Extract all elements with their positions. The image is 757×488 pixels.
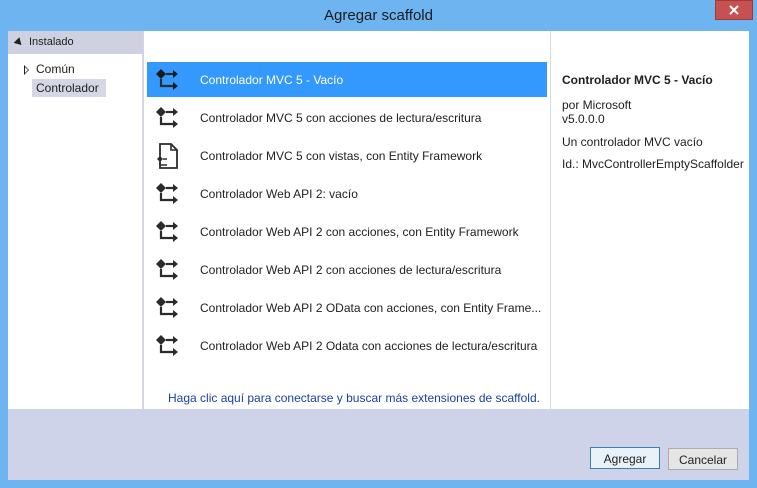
details-author: por Microsoft xyxy=(562,98,632,112)
installed-header[interactable]: Instalado xyxy=(8,31,143,54)
scaffold-list-item-label: Controlador Web API 2 OData con acciones… xyxy=(200,301,542,315)
dialog-client-area: Instalado Común Controlador Haga clic aq… xyxy=(8,31,749,480)
scaffold-list-item[interactable]: Controlador Web API 2 Odata con acciones… xyxy=(147,328,547,363)
scaffold-list-item[interactable]: Controlador Web API 2: vacío xyxy=(147,176,547,211)
online-extensions-link[interactable]: Haga clic aquí para conectarse y buscar … xyxy=(168,391,540,405)
scaffold-list-item[interactable]: Controlador Web API 2 OData con acciones… xyxy=(147,290,547,325)
title-bar[interactable]: Agregar scaffold xyxy=(0,0,757,31)
details-description: Un controlador MVC vacío xyxy=(562,135,703,149)
scaffold-list-item-label: Controlador Web API 2 con acciones, con … xyxy=(200,225,519,239)
tree-item-comun[interactable]: Común xyxy=(36,62,75,76)
window-title: Agregar scaffold xyxy=(324,7,433,24)
scaffold-list-item-label: Controlador Web API 2 con acciones de le… xyxy=(200,263,502,277)
dialog-footer: Agregar Cancelar xyxy=(8,409,749,480)
tree-item-controlador[interactable]: Controlador xyxy=(36,81,99,95)
scaffold-list-item[interactable]: Controlador Web API 2 con acciones de le… xyxy=(147,252,547,287)
add-button[interactable]: Agregar xyxy=(590,447,660,469)
scaffold-list-item[interactable]: Controlador Web API 2 con acciones, con … xyxy=(147,214,547,249)
details-pane: Controlador MVC 5 - Vacío por Microsoft … xyxy=(551,31,749,409)
controller-icon xyxy=(154,104,182,132)
controller-icon xyxy=(154,218,182,246)
category-tree-pane: Instalado Común Controlador xyxy=(8,31,143,409)
close-icon xyxy=(729,5,739,15)
expand-arrow-icon[interactable] xyxy=(24,65,29,75)
document-controller-icon xyxy=(154,142,182,170)
controller-icon xyxy=(154,180,182,208)
scaffold-list-item[interactable]: Controlador MVC 5 con acciones de lectur… xyxy=(147,100,547,135)
scaffold-list-item-label: Controlador MVC 5 - Vacío xyxy=(200,73,344,87)
cancel-button[interactable]: Cancelar xyxy=(668,448,738,470)
installed-header-label: Instalado xyxy=(29,36,74,48)
controller-icon xyxy=(154,66,182,94)
controller-icon xyxy=(154,294,182,322)
scaffold-list-item[interactable]: Controlador MVC 5 - Vacío xyxy=(147,62,547,97)
dialog-window: Agregar scaffold Instalado Común Control… xyxy=(0,0,757,488)
close-button[interactable] xyxy=(715,0,753,20)
scaffold-list-pane: Haga clic aquí para conectarse y buscar … xyxy=(144,31,551,409)
details-id: Id.: MvcControllerEmptyScaffolder xyxy=(562,157,744,171)
controller-icon xyxy=(154,256,182,284)
scaffold-list-item-label: Controlador MVC 5 con vistas, con Entity… xyxy=(200,149,483,163)
scaffold-list-item-label: Controlador Web API 2: vacío xyxy=(200,187,358,201)
details-version: v5.0.0.0 xyxy=(562,112,605,126)
collapse-triangle-icon[interactable] xyxy=(13,37,25,48)
scaffold-list-item-label: Controlador MVC 5 con acciones de lectur… xyxy=(200,111,482,125)
details-title: Controlador MVC 5 - Vacío xyxy=(562,73,713,87)
controller-icon xyxy=(154,332,182,360)
scaffold-list-item[interactable]: Controlador MVC 5 con vistas, con Entity… xyxy=(147,138,547,173)
scaffold-list-item-label: Controlador Web API 2 Odata con acciones… xyxy=(200,339,538,353)
